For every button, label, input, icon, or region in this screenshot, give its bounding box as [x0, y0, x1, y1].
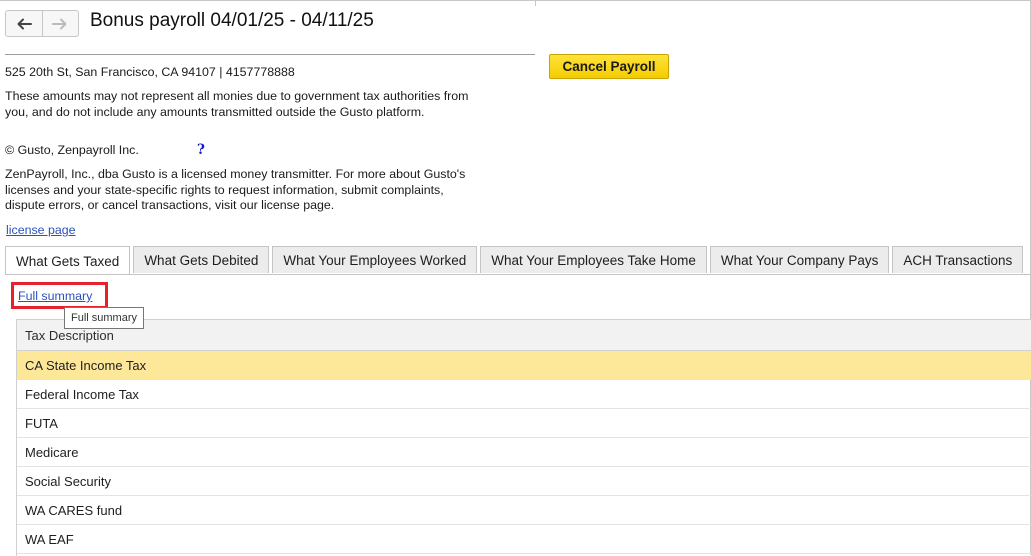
table-row[interactable]: Medicare — [17, 438, 1031, 467]
license-page-link[interactable]: license page — [6, 223, 76, 237]
table-row[interactable]: WA CARES fund — [17, 496, 1031, 525]
tab-what-your-employees-worked[interactable]: What Your Employees Worked — [272, 246, 478, 273]
tab-what-your-company-pays[interactable]: What Your Company Pays — [709, 246, 890, 273]
back-button[interactable] — [6, 11, 42, 36]
forward-button[interactable] — [41, 11, 79, 36]
tab-what-your-employees-take-home[interactable]: What Your Employees Take Home — [480, 246, 707, 273]
title-divider — [5, 54, 535, 55]
arrow-left-icon — [17, 18, 32, 29]
history-nav — [5, 10, 79, 37]
table-row[interactable]: FUTA — [17, 409, 1031, 438]
top-divider — [535, 0, 536, 6]
report-tabs: What Gets Taxed What Gets Debited What Y… — [5, 246, 1026, 275]
page-title: Bonus payroll 04/01/25 - 04/11/25 — [90, 10, 374, 31]
highlight-annotation — [11, 282, 108, 309]
arrow-right-icon — [52, 18, 67, 29]
copyright-text: © Gusto, Zenpayroll Inc. — [5, 143, 139, 157]
table-row[interactable]: Social Security — [17, 467, 1031, 496]
license-statement: ZenPayroll, Inc., dba Gusto is a license… — [5, 167, 466, 212]
tabs-divider — [5, 274, 1031, 275]
table-row[interactable]: Federal Income Tax — [17, 380, 1031, 409]
help-icon[interactable]: ? — [197, 142, 205, 158]
full-summary-tooltip: Full summary — [64, 307, 145, 329]
tax-table: Tax Description CA State Income Tax Fede… — [16, 319, 1031, 556]
table-header-tax-description[interactable]: Tax Description — [17, 320, 1031, 351]
company-address: 525 20th St, San Francisco, CA 94107 | 4… — [5, 65, 295, 79]
tab-ach-transactions[interactable]: ACH Transactions — [892, 246, 1024, 273]
tab-what-gets-debited[interactable]: What Gets Debited — [133, 246, 270, 273]
table-row[interactable]: CA State Income Tax — [17, 351, 1031, 380]
cancel-payroll-button[interactable]: Cancel Payroll — [549, 54, 669, 79]
window-top-border — [0, 0, 1031, 1]
tab-what-gets-taxed[interactable]: What Gets Taxed — [5, 246, 131, 275]
tax-disclaimer: These amounts may not represent all moni… — [5, 89, 469, 119]
table-row[interactable]: WA EAF — [17, 525, 1031, 554]
